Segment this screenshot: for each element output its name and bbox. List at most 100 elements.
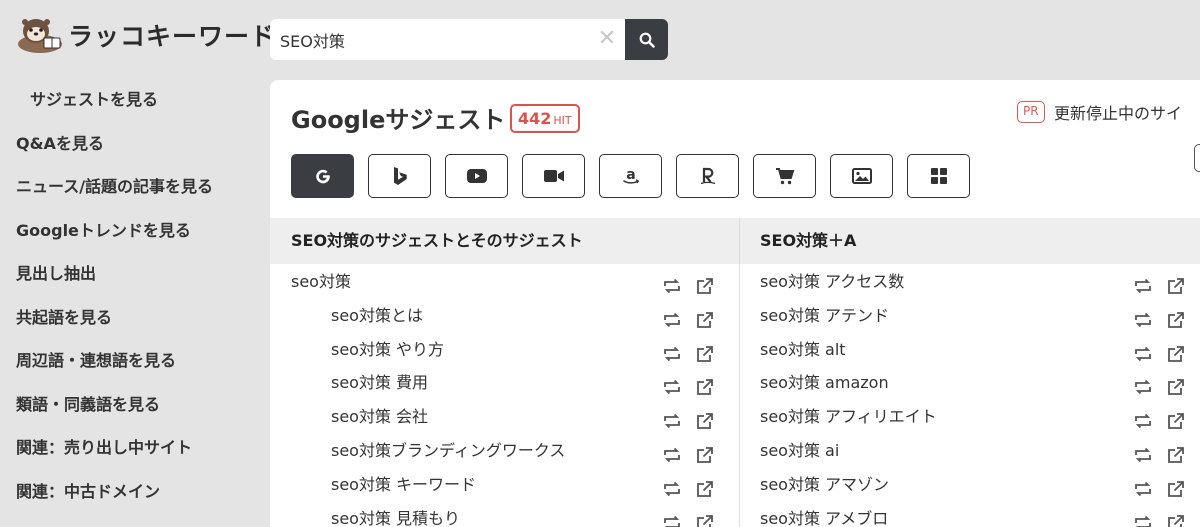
row-actions xyxy=(662,510,730,527)
suggest-keyword[interactable]: seo対策ブランディングワークス xyxy=(331,434,565,467)
row-actions xyxy=(1133,341,1200,362)
tab-video[interactable] xyxy=(522,154,585,198)
list-item[interactable]: seo対策 アマゾン xyxy=(740,468,1200,502)
resuggest-icon[interactable] xyxy=(1133,341,1153,361)
suggest-keyword[interactable]: seo対策 amazon xyxy=(760,366,889,399)
external-link-icon[interactable] xyxy=(1167,307,1187,328)
suggest-keyword[interactable]: seo対策 やり方 xyxy=(331,333,444,366)
list-item[interactable]: seo対策 alt xyxy=(740,333,1200,367)
hit-count-badge: 442 HIT xyxy=(510,104,580,133)
tab-images[interactable] xyxy=(830,154,893,198)
resuggest-icon[interactable] xyxy=(1133,476,1153,496)
cart-icon xyxy=(775,168,794,185)
external-link-icon[interactable] xyxy=(696,273,716,294)
resuggest-icon[interactable] xyxy=(1133,408,1153,429)
tab-amazon[interactable]: a xyxy=(599,154,662,198)
toggle-button[interactable] xyxy=(1194,144,1200,172)
resuggest-icon[interactable] xyxy=(662,374,682,395)
sidebar-item-suggest[interactable]: サジェストを見る xyxy=(0,80,260,124)
resuggest-icon[interactable] xyxy=(1133,442,1153,463)
sidebar-item-sites-for-sale[interactable]: 関連：売り出し中サイト xyxy=(0,428,260,472)
list-item[interactable]: seo対策とは xyxy=(270,299,739,333)
search-input[interactable] xyxy=(270,19,625,60)
external-link-icon[interactable] xyxy=(696,408,716,430)
sidebar-item-news[interactable]: ニュース/話題の記事を見る xyxy=(0,167,260,211)
suggest-list-right: seo対策 アクセス数 seo対策 アテンド seo対策 alt seo対策 amaz… xyxy=(740,264,1200,527)
column-header: SEO対策＋A xyxy=(740,218,1200,264)
list-item[interactable]: seo対策 アテンド xyxy=(740,299,1200,333)
external-link-icon[interactable] xyxy=(696,307,716,328)
resuggest-icon[interactable] xyxy=(1133,307,1153,327)
list-item[interactable]: seo対策 会社 xyxy=(270,400,739,434)
external-link-icon[interactable] xyxy=(696,442,716,463)
resuggest-icon[interactable] xyxy=(662,307,682,327)
engine-tabs: a xyxy=(291,154,984,198)
list-item[interactable]: seo対策 アフィリエイト xyxy=(740,400,1200,434)
resuggest-icon[interactable] xyxy=(662,341,682,361)
sidebar-item-google-trends[interactable]: Googleトレンドを見る xyxy=(0,211,260,255)
resuggest-icon[interactable] xyxy=(1133,510,1153,527)
suggest-keyword[interactable]: seo対策 アテンド xyxy=(760,299,889,332)
list-item[interactable]: seo対策 xyxy=(270,265,739,299)
list-item[interactable]: seo対策ブランディングワークス xyxy=(270,434,739,468)
external-link-icon[interactable] xyxy=(1167,341,1187,362)
tab-apps[interactable] xyxy=(907,154,970,198)
list-item[interactable]: seo対策 やり方 xyxy=(270,333,739,367)
external-link-icon[interactable] xyxy=(696,341,716,362)
clear-search-icon[interactable]: ✕ xyxy=(596,28,618,50)
sidebar-item-cooccurrence[interactable]: 共起語を見る xyxy=(0,298,260,342)
resuggest-icon[interactable] xyxy=(662,476,682,496)
external-link-icon[interactable] xyxy=(1167,442,1187,463)
list-item[interactable]: seo対策 キーワード xyxy=(270,468,739,502)
suggest-keyword[interactable]: seo対策 アフィリエイト xyxy=(760,400,937,433)
external-link-icon[interactable] xyxy=(1167,408,1187,430)
tab-youtube[interactable] xyxy=(445,154,508,198)
external-link-icon[interactable] xyxy=(1167,476,1187,497)
external-link-icon[interactable] xyxy=(696,510,716,527)
tab-google[interactable] xyxy=(291,154,354,198)
list-item[interactable]: seo対策 ai xyxy=(740,434,1200,468)
resuggest-icon[interactable] xyxy=(662,510,682,527)
suggest-keyword[interactable]: seo対策 費用 xyxy=(331,366,428,399)
tab-shopping[interactable] xyxy=(753,154,816,198)
sidebar-item-associations[interactable]: 周辺語・連想語を見る xyxy=(0,341,260,385)
external-link-icon[interactable] xyxy=(1167,273,1187,294)
external-link-icon[interactable] xyxy=(1167,510,1187,527)
sidebar-item-headings[interactable]: 見出し抽出 xyxy=(0,254,260,298)
resuggest-icon[interactable] xyxy=(1133,273,1153,294)
suggest-keyword[interactable]: seo対策 xyxy=(291,265,351,298)
column-header: SEO対策のサジェストとそのサジェスト xyxy=(270,218,739,264)
tab-bing[interactable] xyxy=(368,154,431,198)
suggest-keyword[interactable]: seo対策 alt xyxy=(760,333,846,366)
list-item[interactable]: seo対策 アクセス数 xyxy=(740,265,1200,299)
suggest-keyword[interactable]: seo対策 見積もり xyxy=(331,502,460,527)
suggest-keyword[interactable]: seo対策 アメブロ xyxy=(760,502,888,527)
resuggest-icon[interactable] xyxy=(662,408,682,429)
logo-text: ラッコキーワード xyxy=(68,22,277,51)
suggest-keyword[interactable]: seo対策 会社 xyxy=(331,400,428,433)
list-item[interactable]: seo対策 見積もり xyxy=(270,502,739,527)
suggest-keyword[interactable]: seo対策 ai xyxy=(760,434,839,467)
sidebar-item-synonyms[interactable]: 類語・同義語を見る xyxy=(0,385,260,429)
bing-icon xyxy=(393,167,407,185)
resuggest-icon[interactable] xyxy=(662,442,682,463)
external-link-icon[interactable] xyxy=(696,476,716,497)
sidebar-item-used-domains[interactable]: 関連：中古ドメイン xyxy=(0,472,260,516)
suggest-keyword[interactable]: seo対策 アクセス数 xyxy=(760,265,904,298)
suggest-keyword[interactable]: seo対策 キーワード xyxy=(331,468,476,501)
list-item[interactable]: seo対策 amazon xyxy=(740,366,1200,400)
list-item[interactable]: seo対策 アメブロ xyxy=(740,502,1200,527)
suggest-keyword[interactable]: seo対策とは xyxy=(331,299,423,332)
sidebar-item-qa[interactable]: Q&Aを見る xyxy=(0,124,260,168)
logo[interactable]: ラッコキーワード xyxy=(16,14,276,56)
resuggest-icon[interactable] xyxy=(1133,374,1153,395)
grid-icon xyxy=(930,168,947,184)
external-link-icon[interactable] xyxy=(696,374,716,396)
pr-link[interactable]: 更新停止中のサイ xyxy=(1054,100,1182,124)
resuggest-icon[interactable] xyxy=(662,273,682,294)
tab-rakuten[interactable] xyxy=(676,154,739,198)
search-button[interactable] xyxy=(625,19,668,60)
list-item[interactable]: seo対策 費用 xyxy=(270,366,739,400)
suggest-keyword[interactable]: seo対策 アマゾン xyxy=(760,468,889,501)
external-link-icon[interactable] xyxy=(1167,374,1187,396)
